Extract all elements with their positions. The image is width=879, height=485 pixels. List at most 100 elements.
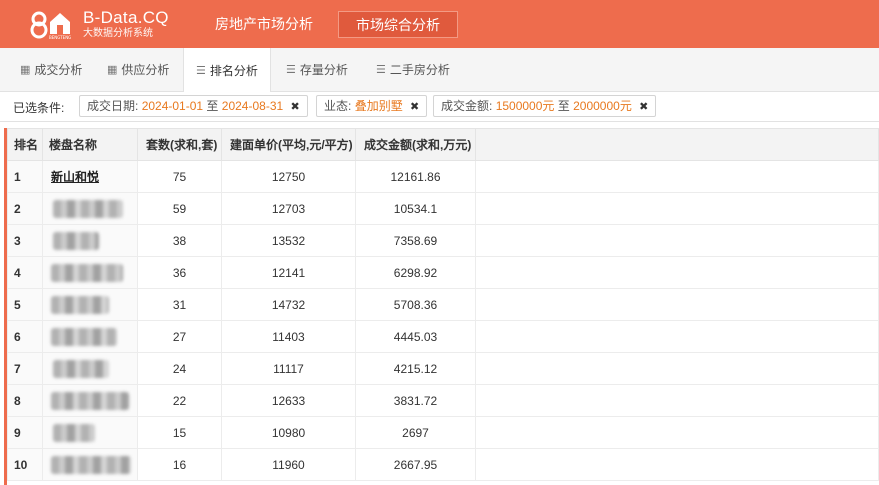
sub-tabs: ▦ 成交分析 ▦ 供应分析 ☰ 排名分析 ☰ 存量分析 ☰ 二手房分析 [0,48,879,93]
count-cell: 59 [137,192,222,225]
filter-chip-deal-date: 成交日期: 2024-01-01 至 2024-08-31 ✖ [79,95,308,117]
top-bar: BENGTENG B-Data.CQ 大数据分析系统 房地产市场分析 市场综合分… [0,0,879,48]
chip-key: 业态: [324,99,352,113]
filler-cell [475,160,879,193]
header-deal-amount[interactable]: 成交金额(求和,万元) [355,128,476,161]
svg-text:BENGTENG: BENGTENG [49,35,71,40]
chip-value: 2024-01-01 [141,99,204,113]
count-cell: 38 [137,224,222,257]
count-cell: 31 [137,288,222,321]
header-filler [475,128,879,161]
remove-filter-icon[interactable]: ✖ [410,101,419,113]
count-cell: 27 [137,320,222,353]
header-unit-count[interactable]: 套数(求和,套) [137,128,222,161]
redacted-name [51,455,131,474]
filters-label: 已选条件: [13,101,65,115]
tab-second-hand-analysis[interactable]: ☰ 二手房分析 [366,48,466,92]
brand-name: B-Data.CQ [83,8,169,27]
project-name-cell [42,416,138,449]
bdata-logo: BENGTENG [30,11,71,40]
project-name-cell [42,448,138,481]
count-cell: 24 [137,352,222,385]
amount-cell: 5708.36 [355,288,476,321]
tab-ranking-analysis[interactable]: ☰ 排名分析 [183,48,271,93]
count-cell: 75 [137,160,222,193]
amount-cell: 6298.92 [355,256,476,289]
chip-value: 2000000元 [573,99,632,113]
list-icon: ☰ [286,64,296,76]
header-rank[interactable]: 排名 [7,128,43,161]
project-link[interactable]: 新山和悦 [51,170,99,184]
chip-key: 成交日期: [87,99,139,113]
price-cell: 11960 [221,448,356,481]
table-row: 1 新山和悦 75 12750 12161.86 [7,160,879,193]
chip-separator: 至 [206,99,219,113]
tab-deal-analysis[interactable]: ▦ 成交分析 [10,48,88,92]
selected-filters: 已选条件: 成交日期: 2024-01-01 至 2024-08-31 ✖ 业态… [0,92,879,122]
project-name-cell [42,352,138,385]
rank-cell: 10 [7,448,43,481]
amount-cell: 3831.72 [355,384,476,417]
table-row: 8 22 12633 3831.72 [7,384,879,417]
ranking-table: 排名 楼盘名称 套数(求和,套) 建面单价(平均,元/平方) 成交金额(求和,万… [7,128,879,481]
redacted-name [53,231,99,250]
chip-value: 1500000元 [495,99,555,113]
price-cell: 11117 [221,352,356,385]
amount-cell: 4445.03 [355,320,476,353]
table-row: 3 38 13532 7358.69 [7,224,879,257]
redacted-name [53,199,123,218]
redacted-name [51,327,117,346]
rank-cell: 3 [7,224,43,257]
price-cell: 13532 [221,224,356,257]
redacted-name [51,391,129,410]
rank-cell: 9 [7,416,43,449]
tab-label: 排名分析 [209,63,258,78]
redacted-name [51,295,109,314]
rank-cell: 1 [7,160,43,193]
rank-cell: 8 [7,384,43,417]
amount-cell: 10534.1 [355,192,476,225]
price-cell: 12750 [221,160,356,193]
brand: B-Data.CQ 大数据分析系统 [83,9,169,40]
tab-supply-analysis[interactable]: ▦ 供应分析 [97,48,183,92]
remove-filter-icon[interactable]: ✖ [291,101,300,113]
rank-cell: 6 [7,320,43,353]
nav-tab-real-estate-market[interactable]: 房地产市场分析 [208,11,320,38]
rank-cell: 7 [7,352,43,385]
tab-label: 二手房分析 [389,63,450,77]
rank-cell: 5 [7,288,43,321]
table-row: 10 16 11960 2667.95 [7,448,879,481]
chip-key: 成交金额: [441,99,493,113]
tab-label: 成交分析 [34,63,83,77]
table-header-row: 排名 楼盘名称 套数(求和,套) 建面单价(平均,元/平方) 成交金额(求和,万… [7,128,879,161]
redacted-name [53,359,109,378]
project-name-cell [42,192,138,225]
project-name-cell [42,224,138,257]
header-project-name[interactable]: 楼盘名称 [42,128,138,161]
filler-cell [475,384,879,417]
remove-filter-icon[interactable]: ✖ [639,101,648,113]
table-row: 2 59 12703 10534.1 [7,192,879,225]
amount-cell: 12161.86 [355,160,476,193]
table-row: 9 15 10980 2697 [7,416,879,449]
amount-cell: 2697 [355,416,476,449]
nav-tab-market-comprehensive[interactable]: 市场综合分析 [338,11,458,38]
price-cell: 11403 [221,320,356,353]
price-cell: 12703 [221,192,356,225]
list-icon: ☰ [376,64,386,76]
price-cell: 14732 [221,288,356,321]
project-name-cell [42,320,138,353]
grid-icon: ▦ [20,64,31,76]
tab-inventory-analysis[interactable]: ☰ 存量分析 [276,48,362,92]
filler-cell [475,288,879,321]
redacted-name [51,263,123,282]
list-icon: ☰ [196,64,206,77]
rank-cell: 2 [7,192,43,225]
filler-cell [475,352,879,385]
chip-value: 2024-08-31 [221,99,284,113]
table-row: 5 31 14732 5708.36 [7,288,879,321]
filler-cell [475,416,879,449]
filler-cell [475,224,879,257]
grid-icon: ▦ [107,64,118,76]
header-avg-price[interactable]: 建面单价(平均,元/平方) [221,128,356,161]
